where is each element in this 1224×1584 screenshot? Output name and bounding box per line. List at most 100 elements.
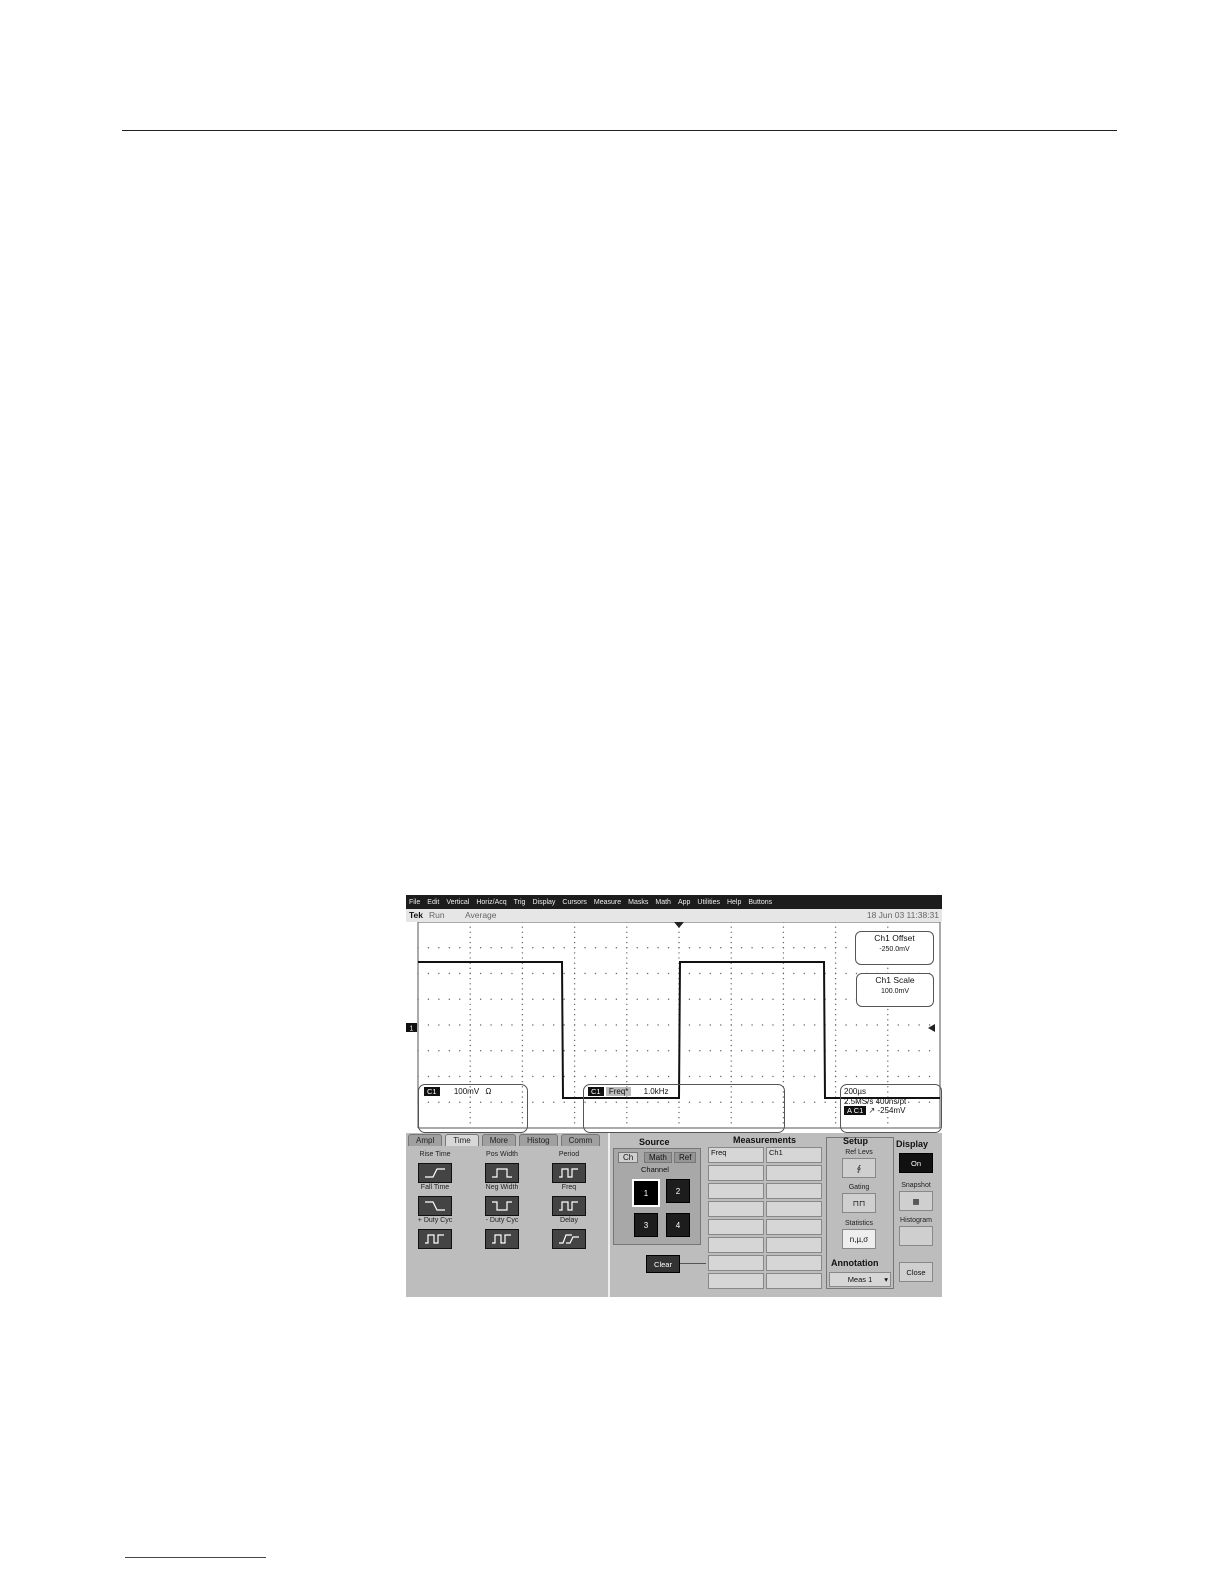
source-title: Source bbox=[639, 1137, 670, 1147]
source-tab-ref[interactable]: Ref bbox=[674, 1152, 697, 1163]
menu-math[interactable]: Math bbox=[655, 899, 671, 906]
grid-dot bbox=[573, 1117, 576, 1119]
menu-measure[interactable]: Measure bbox=[594, 899, 621, 906]
statistics-icon: n,µ,σ bbox=[842, 1229, 876, 1249]
grid-dot bbox=[469, 1075, 471, 1078]
grid-dot bbox=[834, 1060, 837, 1062]
freq-button[interactable]: Freq bbox=[546, 1184, 592, 1216]
grid-dot bbox=[553, 1050, 555, 1052]
rise-time-button[interactable]: Rise Time bbox=[412, 1151, 458, 1183]
table-row[interactable] bbox=[708, 1183, 824, 1199]
grid-dot bbox=[573, 998, 576, 1000]
tab-ampl[interactable]: Ampl bbox=[408, 1134, 443, 1146]
channel-readout[interactable]: C1 100mV Ω bbox=[418, 1084, 528, 1133]
grid-dot bbox=[563, 998, 565, 1000]
gating-button[interactable]: Gating ⊓⊓ bbox=[829, 1184, 889, 1213]
grid-dot bbox=[469, 967, 471, 970]
grid-dot bbox=[855, 1075, 858, 1078]
grid-dot bbox=[834, 1101, 837, 1103]
grid-dot bbox=[532, 1024, 534, 1026]
grid-dot bbox=[615, 998, 618, 1000]
measurement-tabs: Ampl Time More Histog Comm bbox=[408, 1134, 601, 1146]
grid-dot bbox=[688, 972, 691, 975]
period-button[interactable]: Period bbox=[546, 1151, 592, 1183]
grid-dot bbox=[657, 972, 659, 975]
source-tab-ch[interactable]: Ch bbox=[618, 1152, 639, 1163]
grid-dot bbox=[573, 1019, 576, 1021]
grid-dot bbox=[500, 1050, 503, 1052]
tab-time[interactable]: Time bbox=[445, 1134, 479, 1146]
annotation-select[interactable]: Meas 1 ▾ bbox=[829, 1272, 891, 1287]
grid-dot bbox=[730, 1075, 732, 1078]
close-button[interactable]: Close bbox=[896, 1260, 936, 1282]
grid-dot bbox=[626, 1060, 628, 1062]
menu-horiz-acq[interactable]: Horiz/Acq bbox=[476, 899, 506, 906]
grid-dot bbox=[720, 1050, 722, 1052]
tab-more[interactable]: More bbox=[481, 1134, 516, 1146]
ch1-offset-callout[interactable]: Ch1 Offset -250.0mV bbox=[855, 931, 934, 965]
neg-width-button[interactable]: Neg Width bbox=[479, 1184, 525, 1216]
table-row[interactable] bbox=[708, 1201, 824, 1217]
fall-time-button[interactable]: Fall Time bbox=[412, 1184, 458, 1216]
grid-dot bbox=[814, 998, 816, 1000]
tab-histog[interactable]: Histog bbox=[518, 1134, 558, 1146]
menu-vertical[interactable]: Vertical bbox=[446, 899, 469, 906]
menu-trig[interactable]: Trig bbox=[514, 899, 526, 906]
grid-dot bbox=[772, 998, 774, 1000]
neg-duty-cycle-button[interactable]: - Duty Cyc bbox=[479, 1217, 525, 1249]
menu-edit[interactable]: Edit bbox=[427, 899, 439, 906]
table-row[interactable] bbox=[708, 1165, 824, 1181]
grid-dot bbox=[646, 947, 649, 949]
table-row[interactable] bbox=[708, 1255, 824, 1271]
grid-dot bbox=[772, 1024, 774, 1026]
grid-dot bbox=[793, 1024, 795, 1026]
grid-dot bbox=[730, 931, 732, 933]
grid-dot bbox=[887, 1008, 889, 1011]
trigger-position-icon[interactable] bbox=[674, 922, 684, 928]
display-on-button[interactable]: On bbox=[896, 1151, 936, 1173]
grid-dot bbox=[438, 972, 440, 975]
ref-levs-button[interactable]: Ref Levs ∮ bbox=[829, 1149, 889, 1178]
pos-duty-cycle-button[interactable]: + Duty Cyc bbox=[412, 1217, 458, 1249]
menu-utilities[interactable]: Utilities bbox=[697, 899, 720, 906]
grid-dot bbox=[490, 1050, 492, 1052]
grid-dot bbox=[626, 1014, 628, 1016]
snapshot-button[interactable]: Snapshot ▦ bbox=[896, 1182, 936, 1211]
menu-file[interactable]: File bbox=[409, 899, 420, 906]
delay-button[interactable]: Delay bbox=[546, 1217, 592, 1249]
grid-dot bbox=[782, 931, 785, 933]
table-row[interactable] bbox=[708, 1237, 824, 1253]
menu-display[interactable]: Display bbox=[532, 899, 555, 906]
grid-dot bbox=[469, 1039, 471, 1042]
channel-3-button[interactable]: 3 bbox=[634, 1213, 658, 1237]
grid-dot bbox=[782, 988, 785, 990]
timebase-readout[interactable]: 200µs 2.5MS/s 400ns/pt A C1 ↗ -254mV bbox=[840, 1084, 942, 1133]
table-row[interactable] bbox=[708, 1273, 824, 1289]
table-row[interactable] bbox=[708, 1219, 824, 1235]
menu-masks[interactable]: Masks bbox=[628, 899, 648, 906]
source-tab-math[interactable]: Math bbox=[644, 1152, 672, 1163]
pos-width-button[interactable]: Pos Width bbox=[479, 1151, 525, 1183]
grid-dot bbox=[782, 1014, 785, 1016]
grid-dot bbox=[667, 1050, 670, 1052]
menu-help[interactable]: Help bbox=[727, 899, 741, 906]
grid-dot bbox=[511, 972, 513, 975]
table-row[interactable]: Freq Ch1 bbox=[708, 1147, 824, 1163]
grid-dot bbox=[730, 936, 732, 939]
menu-cursors[interactable]: Cursors bbox=[562, 899, 587, 906]
clear-button[interactable]: Clear bbox=[646, 1255, 680, 1273]
histogram-button[interactable]: Histogram bbox=[896, 1217, 936, 1246]
grid-dot bbox=[594, 1075, 597, 1078]
menu-buttons[interactable]: Buttons bbox=[748, 899, 772, 906]
statistics-button[interactable]: Statistics n,µ,σ bbox=[829, 1220, 889, 1249]
grid-dot bbox=[573, 936, 576, 939]
ch1-scale-callout[interactable]: Ch1 Scale 100.0mV bbox=[856, 973, 934, 1007]
channel-2-button[interactable]: 2 bbox=[666, 1179, 690, 1203]
clear-connector-line bbox=[680, 1263, 706, 1264]
measurement-readout[interactable]: C1 Freq* 1.0kHz bbox=[583, 1084, 785, 1133]
grid-dot bbox=[573, 962, 576, 964]
menu-app[interactable]: App bbox=[678, 899, 690, 906]
channel-4-button[interactable]: 4 bbox=[666, 1213, 690, 1237]
tab-comm[interactable]: Comm bbox=[560, 1134, 601, 1146]
channel-1-button[interactable]: 1 bbox=[632, 1179, 660, 1207]
